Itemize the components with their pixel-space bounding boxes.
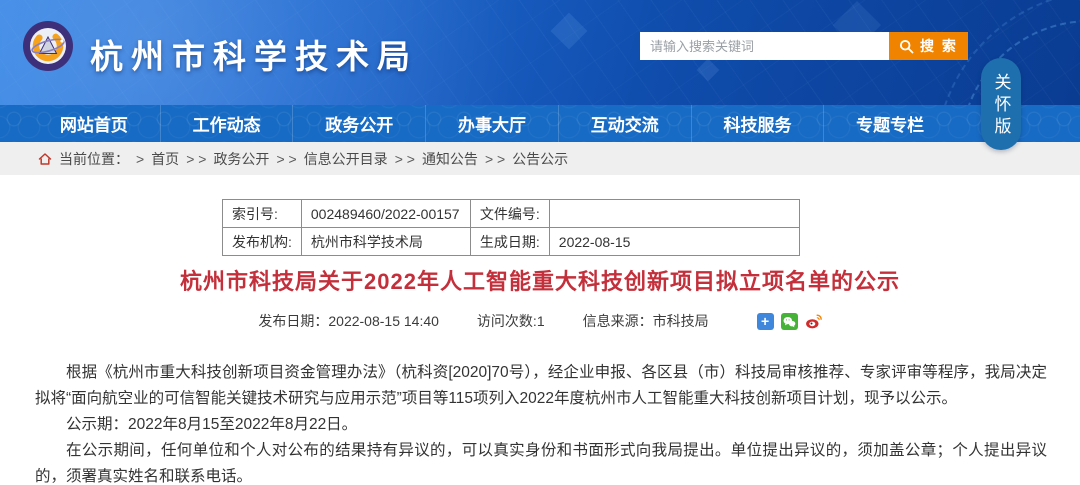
article-meta: 发布日期：2022-08-15 14:40 访问次数:1 信息来源：市科技局 + xyxy=(0,311,1080,331)
info-source-value: 市科技局 xyxy=(653,313,709,329)
breadcrumb-item-notices[interactable]: 通知公告 xyxy=(422,149,478,169)
table-row: 发布机构: 杭州市科学技术局 生成日期: 2022-08-15 xyxy=(223,228,800,256)
main-nav-items: 网站首页 工作动态 政务公开 办事大厅 互动交流 科技服务 专题专栏 xyxy=(28,105,956,142)
file-number-label: 文件编号: xyxy=(470,200,549,228)
search-bar: 搜 索 xyxy=(640,32,968,60)
nav-item-gov-affairs[interactable]: 政务公开 xyxy=(293,105,426,142)
home-icon xyxy=(38,152,52,166)
breadcrumb-separator: > > xyxy=(186,151,206,167)
bureau-logo-icon[interactable] xyxy=(22,20,74,72)
weibo-share-icon[interactable] xyxy=(805,313,822,330)
article-body: 根据《杭州市重大科技创新项目资金管理办法》（杭科资[2020]70号），经企业申… xyxy=(35,360,1047,485)
breadcrumb-item-public-announcements[interactable]: 公告公示 xyxy=(512,149,568,169)
file-number-value xyxy=(549,200,799,228)
nav-item-service-hall[interactable]: 办事大厅 xyxy=(426,105,559,142)
document-info-table: 索引号: 002489460/2022-00157 文件编号: 发布机构: 杭州… xyxy=(222,199,800,256)
index-number-label: 索引号: xyxy=(223,200,302,228)
table-row: 索引号: 002489460/2022-00157 文件编号: xyxy=(223,200,800,228)
main-nav: 网站首页 工作动态 政务公开 办事大厅 互动交流 科技服务 专题专栏 xyxy=(0,105,1080,142)
generated-date-value: 2022-08-15 xyxy=(549,228,799,256)
search-button[interactable]: 搜 索 xyxy=(889,32,968,60)
article-paragraph: 公示期：2022年8月15至2022年8月22日。 xyxy=(35,412,1047,438)
article-paragraph: 根据《杭州市重大科技创新项目资金管理办法》（杭科资[2020]70号），经企业申… xyxy=(35,360,1047,412)
index-number-value: 002489460/2022-00157 xyxy=(301,200,470,228)
visit-count-label: 访问次数: xyxy=(477,313,537,329)
nav-item-interaction[interactable]: 互动交流 xyxy=(559,105,692,142)
wechat-share-icon[interactable] xyxy=(781,313,798,330)
breadcrumb-separator: > > xyxy=(485,151,505,167)
breadcrumb-separator: > > xyxy=(395,151,415,167)
info-source-label: 信息来源： xyxy=(583,313,653,329)
page: 杭州市科学技术局 搜 索 关怀版 网站首页 工作动态 政务公开 办事大厅 互动交… xyxy=(0,0,1080,485)
publish-date-label: 发布日期： xyxy=(258,313,328,329)
site-title: 杭州市科学技术局 xyxy=(90,30,418,78)
nav-item-home[interactable]: 网站首页 xyxy=(28,105,161,142)
care-version-tab[interactable]: 关怀版 xyxy=(981,58,1021,150)
search-input[interactable] xyxy=(640,32,889,60)
article-title: 杭州市科技局关于2022年人工智能重大科技创新项目拟立项名单的公示 xyxy=(0,264,1080,296)
breadcrumb-item-info-catalog[interactable]: 信息公开目录 xyxy=(304,149,388,169)
breadcrumb-separator: > > xyxy=(276,151,296,167)
breadcrumb-location-label: 当前位置： xyxy=(59,149,129,169)
search-icon xyxy=(899,39,914,54)
site-header: 杭州市科学技术局 搜 索 xyxy=(0,0,1080,105)
info-source: 信息来源：市科技局 xyxy=(583,311,709,331)
nav-item-news[interactable]: 工作动态 xyxy=(161,105,294,142)
publisher-label: 发布机构: xyxy=(223,228,302,256)
visit-count: 访问次数:1 xyxy=(477,311,545,331)
breadcrumb-item-home[interactable]: 首页 xyxy=(151,149,179,169)
breadcrumb-item-gov-affairs[interactable]: 政务公开 xyxy=(213,149,269,169)
nav-item-tech-services[interactable]: 科技服务 xyxy=(692,105,825,142)
publisher-value: 杭州市科学技术局 xyxy=(301,228,470,256)
share-buttons: + xyxy=(757,313,822,330)
breadcrumb-separator: > xyxy=(136,151,144,167)
article-paragraph: 在公示期间，任何单位和个人对公布的结果持有异议的，可以真实身份和书面形式向我局提… xyxy=(35,438,1047,485)
search-button-label: 搜 索 xyxy=(920,36,958,56)
share-more-icon[interactable]: + xyxy=(757,313,774,330)
nav-item-special-topics[interactable]: 专题专栏 xyxy=(824,105,956,142)
generated-date-label: 生成日期: xyxy=(470,228,549,256)
publish-date: 发布日期：2022-08-15 14:40 xyxy=(258,311,439,331)
breadcrumb: 当前位置： > 首页 > > 政务公开 > > 信息公开目录 > > 通知公告 … xyxy=(0,142,1080,175)
publish-date-value: 2022-08-15 14:40 xyxy=(328,313,439,329)
visit-count-value: 1 xyxy=(537,313,545,329)
